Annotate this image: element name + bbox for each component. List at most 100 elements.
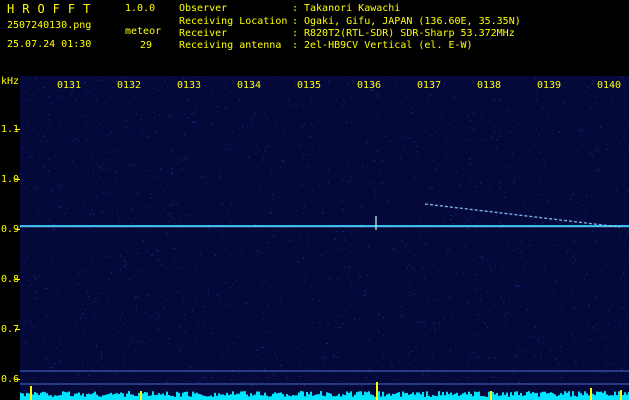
noise-speckle — [20, 258, 22, 260]
level-bar — [476, 392, 478, 400]
level-bar — [130, 394, 132, 400]
noise-speckle — [571, 333, 573, 335]
noise-speckle — [109, 343, 111, 345]
level-bar — [374, 396, 376, 400]
noise-speckle — [554, 372, 556, 374]
noise-speckle — [131, 353, 133, 355]
noise-speckle — [418, 301, 420, 303]
noise-speckle — [332, 356, 334, 358]
noise-speckle — [201, 240, 203, 242]
noise-speckle — [513, 249, 515, 251]
noise-speckle — [207, 96, 209, 98]
level-bar — [416, 392, 418, 400]
noise-speckle — [109, 256, 111, 258]
noise-speckle — [302, 96, 304, 98]
noise-speckle — [457, 379, 458, 381]
noise-speckle — [486, 140, 488, 141]
noise-speckle — [487, 259, 489, 261]
noise-speckle — [200, 139, 201, 141]
noise-speckle — [488, 244, 490, 246]
noise-speckle — [589, 376, 591, 378]
noise-speckle — [95, 197, 97, 198]
level-bar — [470, 394, 472, 400]
noise-speckle — [477, 222, 479, 223]
noise-speckle — [240, 150, 242, 151]
noise-speckle — [181, 223, 183, 225]
noise-speckle — [190, 141, 192, 143]
level-bar — [584, 391, 586, 400]
noise-speckle — [265, 331, 267, 333]
level-bar — [524, 395, 526, 400]
level-bar — [612, 395, 614, 400]
noise-speckle — [378, 227, 380, 229]
level-bar — [420, 394, 422, 400]
noise-speckle — [24, 272, 26, 273]
noise-speckle — [479, 315, 480, 317]
noise-speckle — [425, 149, 427, 151]
noise-speckle — [321, 363, 323, 365]
level-bar — [144, 392, 146, 400]
noise-speckle — [96, 346, 98, 348]
noise-speckle — [382, 354, 384, 356]
noise-speckle — [177, 229, 179, 231]
noise-speckle — [548, 169, 550, 171]
noise-speckle — [512, 190, 514, 192]
noise-speckle — [331, 146, 333, 148]
noise-speckle — [573, 242, 575, 244]
noise-speckle — [425, 77, 426, 79]
noise-speckle — [40, 304, 42, 306]
noise-speckle — [485, 77, 487, 79]
noise-speckle — [465, 279, 467, 281]
noise-speckle — [545, 103, 547, 105]
level-bar — [266, 395, 268, 400]
noise-speckle — [155, 249, 156, 250]
noise-speckle — [501, 295, 503, 297]
noise-speckle — [252, 212, 254, 214]
noise-speckle — [70, 359, 72, 361]
noise-speckle — [572, 301, 574, 303]
level-bar — [290, 396, 292, 400]
noise-speckle — [95, 241, 97, 243]
level-spike — [620, 390, 622, 400]
noise-speckle — [598, 170, 600, 172]
noise-speckle — [150, 193, 152, 195]
noise-speckle — [572, 137, 574, 139]
noise-speckle — [143, 177, 145, 179]
level-bar — [150, 395, 152, 400]
noise-speckle — [549, 246, 551, 248]
level-bar — [440, 395, 442, 400]
noise-speckle — [247, 234, 249, 236]
noise-speckle — [215, 185, 217, 187]
noise-speckle — [394, 308, 396, 310]
noise-speckle — [90, 214, 92, 216]
noise-speckle — [601, 331, 603, 333]
noise-speckle — [433, 160, 435, 162]
noise-speckle — [544, 159, 546, 161]
noise-speckle — [542, 108, 544, 110]
noise-speckle — [154, 262, 156, 264]
noise-speckle — [473, 129, 475, 131]
noise-speckle — [31, 132, 33, 134]
noise-speckle — [329, 277, 331, 278]
noise-speckle — [199, 175, 201, 177]
noise-speckle — [279, 258, 281, 260]
noise-speckle — [48, 158, 50, 160]
noise-speckle — [280, 365, 282, 367]
level-bar — [580, 393, 582, 400]
noise-speckle — [89, 296, 90, 298]
noise-speckle — [274, 293, 276, 295]
noise-speckle — [127, 97, 129, 99]
noise-speckle — [193, 197, 194, 199]
noise-speckle — [111, 283, 113, 285]
noise-speckle — [336, 367, 338, 369]
noise-speckle — [254, 310, 256, 312]
level-bar — [472, 396, 474, 400]
noise-speckle — [271, 175, 272, 177]
noise-speckle — [95, 297, 97, 299]
noise-speckle — [452, 223, 454, 225]
noise-speckle — [208, 222, 210, 224]
noise-speckle — [320, 92, 322, 94]
noise-speckle — [20, 271, 22, 273]
noise-speckle — [271, 287, 273, 289]
noise-speckle — [101, 134, 103, 136]
